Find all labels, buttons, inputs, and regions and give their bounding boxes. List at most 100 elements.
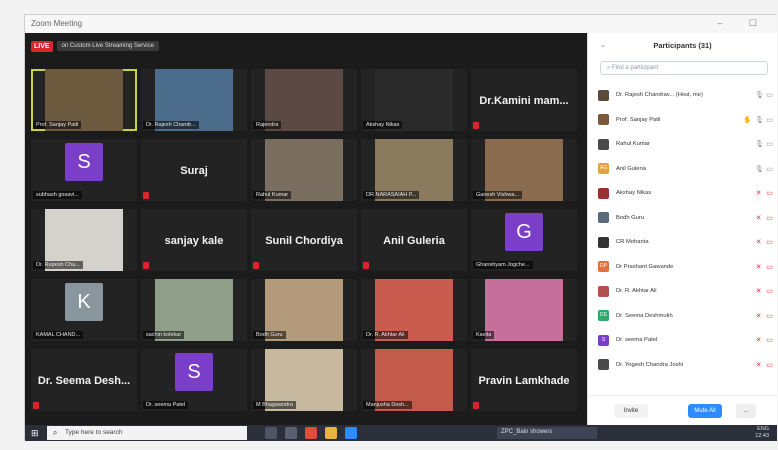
taskbar-search-input[interactable]: ⌕ Type here to search — [47, 426, 247, 440]
camera-icon[interactable]: ▭ — [765, 165, 774, 173]
microphone-muted-icon[interactable]: ✕ — [755, 312, 762, 320]
camera-off-icon[interactable]: ▭ — [765, 214, 774, 222]
video-tile[interactable]: S Dr. seema Patel — [141, 349, 247, 411]
microphone-icon[interactable]: 🎙 — [755, 140, 764, 148]
microphone-muted-icon[interactable]: ✕ — [755, 189, 762, 197]
file-explorer-icon[interactable] — [285, 427, 297, 439]
video-tile[interactable]: Akshay Nikas — [361, 69, 467, 131]
microphone-muted-icon[interactable]: ✕ — [755, 361, 762, 369]
camera-icon[interactable]: ▭ — [765, 116, 774, 124]
video-gallery: LIVE on Custom Live Streaming Service Pr… — [25, 33, 587, 425]
participant-row[interactable]: AG Anil Guleria 🎙 ▭ — [598, 157, 774, 182]
panel-footer: Invite Mute All ... — [588, 395, 777, 425]
camera-icon[interactable]: ▭ — [765, 140, 774, 148]
participant-avatar: K — [65, 283, 103, 321]
microphone-icon[interactable]: 🎙 — [755, 165, 764, 173]
video-tile[interactable]: Ssubhash gosavi... — [31, 139, 137, 201]
video-tile[interactable]: DR.NARASAIAH P... — [361, 139, 467, 201]
participant-avatar: DS — [598, 310, 609, 322]
task-view-icon[interactable] — [265, 427, 277, 439]
muted-mic-icon — [143, 192, 149, 199]
participant-row[interactable]: CR Mohanta ✕ ▭ — [598, 230, 774, 255]
mute-all-button[interactable]: Mute All — [688, 404, 722, 418]
participant-row[interactable]: Bodh Guru ✕ ▭ — [598, 206, 774, 231]
participant-row[interactable]: S Dr. seema Patel ✕ ▭ — [598, 328, 774, 353]
video-tile[interactable]: Prof. Sanjay Patil — [31, 69, 137, 131]
microphone-icon[interactable]: 🎙 — [755, 116, 764, 124]
window-controls[interactable]: – ☐ — [717, 18, 769, 29]
video-tile[interactable]: G Ghanshyam Jogche... — [471, 209, 577, 271]
participant-display-name: Anil Guleria — [383, 235, 445, 247]
muted-mic-icon — [473, 122, 479, 129]
video-tile[interactable]: Dr. Rupesh Cha... — [31, 209, 137, 271]
participant-avatar — [598, 187, 609, 199]
video-tile[interactable]: K KAMAL CHAND... — [31, 279, 137, 341]
camera-off-icon[interactable]: ▭ — [765, 287, 774, 295]
video-tile[interactable]: Bodh Guru — [251, 279, 357, 341]
video-tile[interactable]: Ganesh Vishwa... — [471, 139, 577, 201]
camera-off-icon[interactable]: ▭ — [765, 336, 774, 344]
participant-avatar: AG — [598, 163, 609, 175]
microphone-muted-icon[interactable]: ✕ — [755, 214, 762, 222]
participant-row[interactable]: DS Dr. Seema Deshmukh ✕ ▭ — [598, 304, 774, 329]
participants-title: Participants (31) — [653, 41, 712, 50]
video-tile[interactable]: Dr. Seema Desh... — [31, 349, 137, 411]
video-tile[interactable]: Dr. Rajesh Chandr... — [141, 69, 247, 131]
participant-row[interactable]: Dr. R. Akhtar Ali ✕ ▭ — [598, 279, 774, 304]
video-tile[interactable]: Dr. R. Akhtar Ali — [361, 279, 467, 341]
video-tile[interactable]: Rajendra — [251, 69, 357, 131]
taskbar-task[interactable]: ZPC_Bain showers — [497, 427, 597, 439]
camera-off-icon[interactable]: ▭ — [765, 361, 774, 369]
microphone-muted-icon[interactable]: ✕ — [755, 287, 762, 295]
video-tile[interactable]: Sunil Chordiya — [251, 209, 357, 271]
video-tile[interactable]: M Bhagwandra — [251, 349, 357, 411]
zoom-app-icon[interactable] — [345, 427, 357, 439]
video-tile[interactable]: sanjay kale — [141, 209, 247, 271]
live-badge[interactable]: LIVE — [31, 40, 53, 52]
participant-avatar — [598, 285, 609, 297]
system-tray: ENG 12:43 — [755, 426, 769, 440]
microphone-muted-icon[interactable]: ✕ — [755, 238, 762, 246]
participant-name: Dr. Seema Deshmukh — [616, 312, 673, 319]
video-tile[interactable]: sachin kolekar — [141, 279, 247, 341]
video-tile[interactable]: Suraj — [141, 139, 247, 201]
video-tile[interactable]: Kavita — [471, 279, 577, 341]
camera-off-icon[interactable]: ▭ — [765, 189, 774, 197]
raised-hand-icon: ✋ — [743, 116, 752, 124]
video-tile[interactable]: Dr.Kamini mam... — [471, 69, 577, 131]
window-titlebar: Zoom Meeting – ☐ — [25, 15, 777, 33]
tile-name-tag: subhash gosavi... — [33, 191, 82, 199]
participant-row[interactable]: Rahul Kumar 🎙 ▭ — [598, 132, 774, 157]
microphone-muted-icon[interactable]: ✕ — [755, 263, 762, 271]
tray-time[interactable]: 12:43 — [755, 433, 769, 440]
tray-lang[interactable]: ENG — [755, 426, 769, 433]
camera-off-icon[interactable]: ▭ — [765, 263, 774, 271]
video-tile[interactable]: Manjusha Desh... — [361, 349, 467, 411]
participant-row[interactable]: Akshay Nikas ✕ ▭ — [598, 181, 774, 206]
participant-list: Dr. Rajesh Chandrav... (Host, me) 🎙 ▭ Prof.… — [598, 83, 774, 377]
participant-avatar — [598, 212, 609, 224]
participant-row[interactable]: Dr. Rajesh Chandrav... (Host, me) 🎙 ▭ — [598, 83, 774, 108]
folder-icon[interactable] — [325, 427, 337, 439]
participant-row[interactable]: Prof. Sanjay Patil ✋ 🎙 ▭ — [598, 108, 774, 133]
muted-mic-icon — [473, 402, 479, 409]
magnifier-icon: ⌕ — [53, 428, 58, 437]
microphone-muted-icon[interactable]: ✕ — [755, 336, 762, 344]
tile-name-tag: Dr. seema Patel — [143, 401, 189, 409]
tile-name-tag: Akshay Nikas — [363, 121, 403, 129]
video-tile[interactable]: Anil Guleria — [361, 209, 467, 271]
participant-row[interactable]: Dr. Yogesh Chandra Joshi ✕ ▭ — [598, 353, 774, 378]
invite-button[interactable]: Invite — [614, 404, 648, 418]
video-tile[interactable]: Rahul Kumar — [251, 139, 357, 201]
participant-row[interactable]: DP Dr Prashant Gawande ✕ ▭ — [598, 255, 774, 280]
microphone-icon[interactable]: 🎙 — [755, 91, 764, 99]
camera-off-icon[interactable]: ▭ — [765, 312, 774, 320]
chrome-icon[interactable] — [305, 427, 317, 439]
participant-search-input[interactable]: ⌕ Find a participant — [600, 61, 768, 75]
camera-off-icon[interactable]: ▭ — [765, 238, 774, 246]
windows-start-icon[interactable]: ⊞ — [31, 428, 41, 438]
camera-icon[interactable]: ▭ — [765, 91, 774, 99]
more-button[interactable]: ... — [736, 404, 756, 418]
video-tile[interactable]: Pravin Lamkhade — [471, 349, 577, 411]
stream-dropdown[interactable]: on Custom Live Streaming Service — [56, 41, 159, 51]
